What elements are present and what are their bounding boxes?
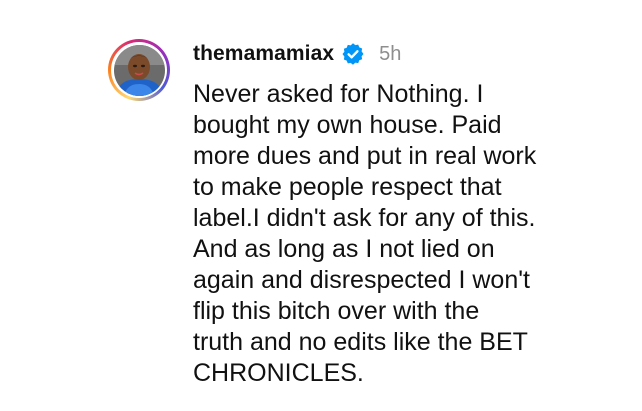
avatar-image	[113, 44, 165, 96]
comment-text-line: truth and no edits like the BET	[193, 328, 528, 356]
comment-text-line: again and disrespected I won't	[193, 266, 530, 294]
comment-text-line: to make people respect that	[193, 173, 502, 201]
avatar-frame	[111, 42, 167, 98]
comment: themamamiax 5h Never asked for Nothing. …	[0, 0, 642, 411]
comment-text-line: more dues and put in real work	[193, 142, 537, 170]
comment-text-line: Never asked for Nothing. I	[193, 80, 484, 108]
comment-text-line: label.I didn't ask for any of this.	[193, 204, 536, 232]
username[interactable]: themamamiax	[193, 42, 334, 66]
comment-text-line: CHRONICLES.	[193, 359, 364, 387]
timestamp: 5h	[379, 42, 402, 65]
comment-header: themamamiax 5h	[193, 39, 401, 69]
avatar[interactable]	[113, 44, 165, 96]
comment-text-line: bought my own house. Paid	[193, 111, 502, 139]
comment-text-line: flip this bitch over with the	[193, 297, 480, 325]
comment-text: Never asked for Nothing. I bought my own…	[193, 79, 623, 389]
verified-badge-icon	[342, 43, 364, 65]
avatar-story-ring[interactable]	[108, 39, 170, 101]
comment-text-line: And as long as I not lied on	[193, 235, 495, 263]
